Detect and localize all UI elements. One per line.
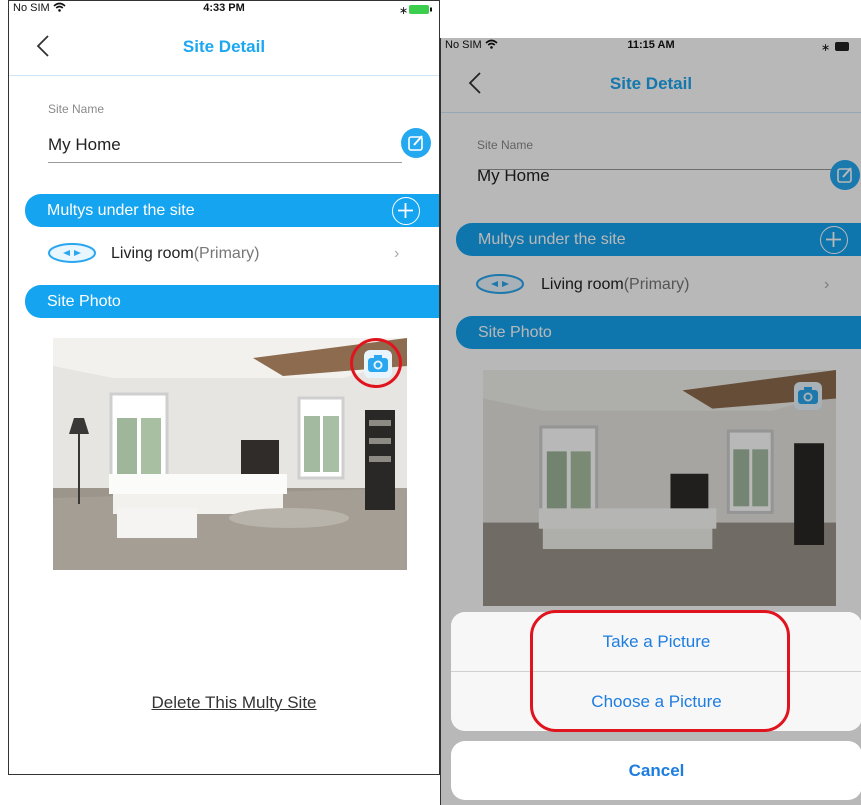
phone-screen-left: No SIM 4:33 PM ∗ Site Detail Site Name M… [8, 0, 440, 775]
chevron-right-icon: › [394, 245, 400, 262]
page-title: Site Detail [182, 37, 266, 56]
nav-bar: Site Detail [9, 19, 439, 76]
delete-site-link[interactable]: Delete This Multy Site [29, 693, 439, 713]
battery-icon: ∗ [399, 4, 432, 15]
status-time: 4:33 PM [203, 2, 245, 14]
multy-device-row[interactable]: Living room(Primary) › [9, 233, 439, 273]
svg-text:∗: ∗ [399, 4, 408, 15]
highlight-circle [350, 338, 402, 388]
multys-section-header: Multys under the site [25, 194, 439, 227]
cancel-button[interactable]: Cancel [451, 741, 861, 800]
multy-device-name: Living room(Primary) [111, 245, 260, 262]
site-name-label: Site Name [48, 102, 105, 116]
site-name-underline [48, 162, 402, 163]
router-icon [48, 243, 96, 263]
multys-section-title: Multys under the site [47, 202, 195, 219]
site-photo-title: Site Photo [47, 293, 121, 310]
phone-screen-right: No SIM 11:15 AM ∗ Site Detail Site Name … [440, 38, 861, 805]
add-multy-button[interactable] [392, 197, 420, 225]
edit-icon [408, 135, 423, 151]
status-bar: No SIM 4:33 PM ∗ [9, 1, 439, 19]
edit-site-name-button[interactable] [401, 128, 431, 158]
highlight-rectangle [530, 610, 790, 732]
site-photo-section-header: Site Photo [25, 285, 439, 318]
site-name-value: My Home [48, 135, 121, 154]
plus-icon [398, 203, 413, 218]
